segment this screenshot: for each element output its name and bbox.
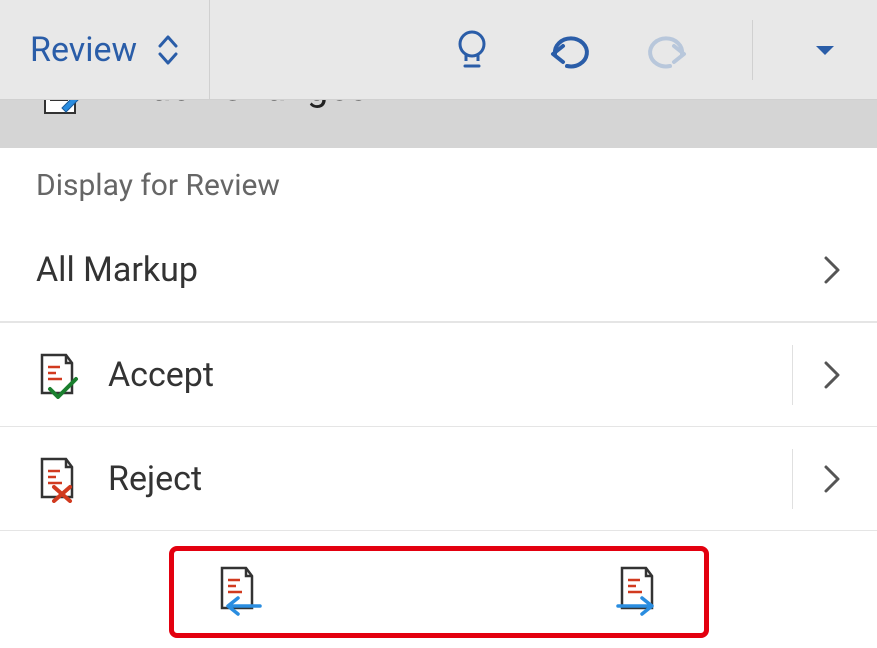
- toolbar-actions: [454, 0, 877, 99]
- all-markup-label: All Markup: [36, 250, 823, 290]
- change-navigation-highlight: [169, 546, 709, 638]
- redo-button[interactable]: [646, 30, 692, 70]
- accept-label: Accept: [108, 355, 792, 395]
- track-changes-row[interactable]: Track Changes: [0, 100, 877, 148]
- reject-label: Reject: [108, 459, 792, 499]
- lightbulb-icon: [454, 27, 490, 73]
- accept-item[interactable]: Accept: [0, 323, 877, 427]
- ribbon-tab-label: Review: [30, 30, 137, 70]
- all-markup-item[interactable]: All Markup: [0, 218, 877, 322]
- next-change-icon: [614, 564, 664, 616]
- next-change-button[interactable]: [614, 564, 664, 620]
- chevron-right-icon: [823, 360, 841, 390]
- previous-change-icon: [214, 564, 264, 616]
- undo-icon: [545, 30, 591, 70]
- ribbon-tab-switch-icon: [157, 31, 179, 69]
- toolbar: Review: [0, 0, 877, 100]
- redo-icon: [646, 30, 692, 70]
- reject-item[interactable]: Reject: [0, 427, 877, 531]
- change-navigation-row: [0, 531, 877, 648]
- section-display-for-review: Display for Review: [0, 148, 877, 218]
- ribbon-tab-review[interactable]: Review: [0, 0, 210, 99]
- item-separator: [792, 345, 793, 405]
- track-changes-label: Track Changes: [117, 100, 368, 110]
- chevron-right-icon: [823, 464, 841, 494]
- track-changes-icon: [42, 100, 82, 122]
- toolbar-separator: [752, 20, 753, 80]
- overflow-menu-button[interactable]: [813, 42, 837, 58]
- tell-me-button[interactable]: [454, 27, 490, 73]
- item-separator: [792, 449, 793, 509]
- reject-icon: [36, 455, 80, 503]
- chevron-right-icon: [823, 255, 841, 285]
- undo-button[interactable]: [545, 30, 591, 70]
- dropdown-triangle-icon: [813, 42, 837, 58]
- previous-change-button[interactable]: [214, 564, 264, 620]
- accept-icon: [36, 351, 80, 399]
